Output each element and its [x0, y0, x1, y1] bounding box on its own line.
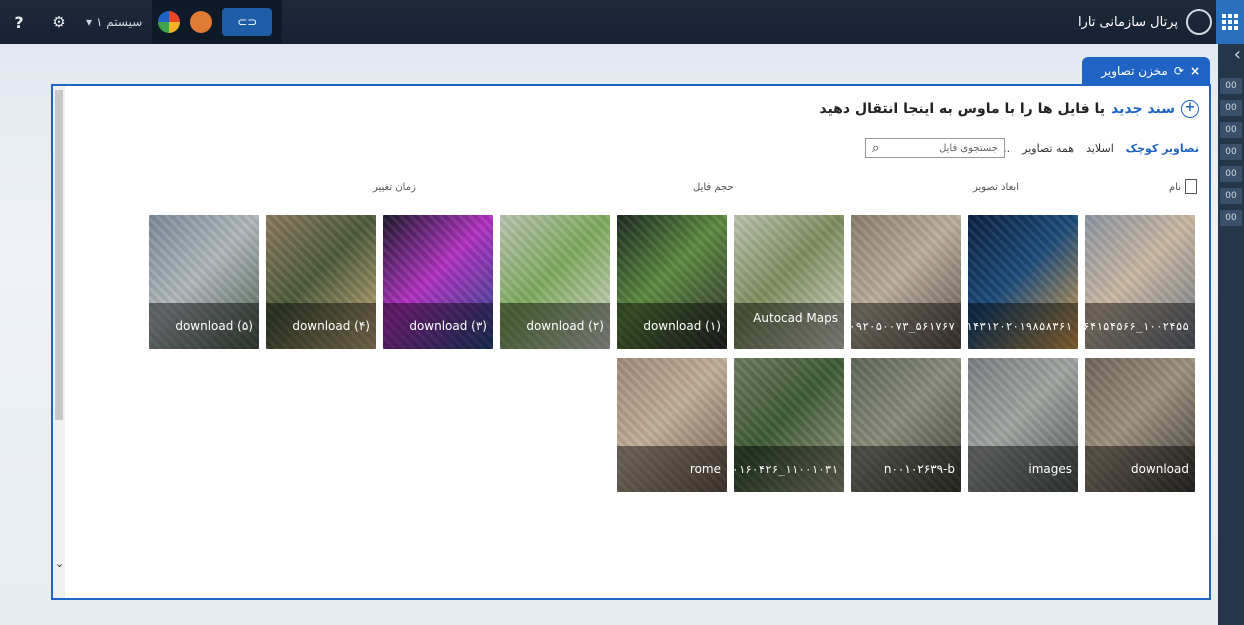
thumbnail-label: download (۴)	[266, 303, 376, 349]
top-bar: ? ⚙ ▾ سیستم ۱ ⊂⊃ پرتال سازمانی تارا	[0, 0, 1244, 44]
scroll-down-icon[interactable]: ⌄	[55, 557, 64, 570]
thumbnail-label: download	[1085, 446, 1195, 492]
rail-item[interactable]: 00	[1220, 144, 1242, 160]
rail-item[interactable]: 00	[1220, 188, 1242, 204]
search-placeholder: جستجوی فایل	[939, 142, 998, 154]
thumbnail-label: download (۳)	[383, 303, 493, 349]
system-menu[interactable]: ▾ سیستم ۱	[86, 15, 142, 29]
image-thumbnail[interactable]: ۸۲۸۶۴۱۵۴۵۶۶_۱۰۰۲۴۵۵	[1085, 215, 1195, 349]
view-thumbnails[interactable]: تصاویر کوچک	[1126, 142, 1199, 155]
top-bar-left: ? ⚙ ▾ سیستم ۱ ⊂⊃	[0, 0, 283, 44]
column-modified[interactable]: زمان تغییر	[373, 182, 416, 193]
thumbnail-label: rome	[617, 446, 727, 492]
image-thumbnail[interactable]: ۵۹_۱۴۳۱۲۰۲۰۱۹۸۵۸۳۶۱	[968, 215, 1078, 349]
image-thumbnail[interactable]: download	[1085, 358, 1195, 492]
view-slides[interactable]: اسلاید	[1086, 142, 1114, 155]
thumbnail-label: ۵۹_۱۴۳۱۲۰۲۰۱۹۸۵۸۳۶۱	[968, 303, 1078, 349]
grid-icon	[1222, 14, 1238, 30]
user-badge-icon[interactable]	[190, 11, 213, 33]
close-icon[interactable]: ×	[1190, 64, 1200, 78]
column-dimensions[interactable]: ابعاد تصویر	[973, 182, 1019, 193]
top-bar-right: پرتال سازمانی تارا	[1078, 0, 1212, 44]
scrollbar-thumb[interactable]	[55, 90, 63, 420]
help-icon[interactable]: ?	[6, 9, 32, 35]
apps-grid-button[interactable]	[1216, 0, 1244, 44]
system-caret: ▾	[86, 15, 93, 29]
tab-title: مخزن تصاویر	[1101, 63, 1168, 78]
view-all-images[interactable]: همه تصاویر	[1022, 142, 1074, 155]
file-icon	[1185, 179, 1197, 194]
thumbnail-label: download (۱)	[617, 303, 727, 349]
image-library-panel: ⌄ + سند جدید یا فایل ها را با ماوس به ای…	[51, 84, 1211, 600]
refresh-icon[interactable]: ⟳	[1174, 64, 1184, 78]
rail-item[interactable]: 00	[1220, 210, 1242, 226]
rail-item[interactable]: 00	[1220, 166, 1242, 182]
portal-logo-icon	[1186, 9, 1212, 35]
logo-block: ⊂⊃	[152, 0, 283, 44]
thumbnail-label: download (۵)	[149, 303, 259, 349]
thumbnail-label: download (۲)	[500, 303, 610, 349]
scrollbar[interactable]: ⌄	[53, 86, 65, 598]
image-thumbnail[interactable]: download (۳)	[383, 215, 493, 349]
thumbnail-label: Autocad Maps	[734, 303, 844, 349]
image-thumbnail[interactable]: ۲۰۱۶۰۴۲۶_۱۱۰۰۱۰۳۱	[734, 358, 844, 492]
system-menu-label: سیستم ۱	[96, 15, 143, 29]
column-name[interactable]: نام	[1169, 182, 1181, 193]
thumbnail-label: ۸۲۸۶۴۱۵۴۵۶۶_۱۰۰۲۴۵۵	[1085, 303, 1195, 349]
image-thumbnail[interactable]: images	[968, 358, 1078, 492]
new-document-link[interactable]: + سند جدید یا فایل ها را با ماوس به اینج…	[819, 100, 1199, 118]
thumbnail-label: ۲۰۱۶۰۴۲۶_۱۱۰۰۱۰۳۱	[734, 446, 844, 492]
thumbnail-label: n۰۰۱۰۲۶۳۹-b	[851, 446, 961, 492]
image-thumbnail[interactable]: download (۴)	[266, 215, 376, 349]
image-thumbnail[interactable]: download (۲)	[500, 215, 610, 349]
search-icon[interactable]: ⌕	[872, 141, 879, 156]
clock-badge-icon[interactable]	[158, 11, 181, 33]
portal-title: پرتال سازمانی تارا	[1077, 14, 1178, 30]
image-thumbnail[interactable]: download (۵)	[149, 215, 259, 349]
image-thumbnail[interactable]: ۷۸۶۰۹۲۰۵۰۰۷۳_۵۶۱۷۶۷	[851, 215, 961, 349]
tab-image-repository[interactable]: مخزن تصاویر ⟳ ×	[1082, 57, 1210, 84]
image-thumbnail[interactable]: Autocad Maps	[734, 215, 844, 349]
column-size[interactable]: حجم فایل	[693, 182, 734, 193]
new-doc-link-text[interactable]: سند جدید	[1111, 101, 1175, 117]
rail-item[interactable]: 00	[1220, 78, 1242, 94]
add-icon: +	[1181, 100, 1199, 118]
rail-item[interactable]: 00	[1220, 122, 1242, 138]
gear-icon[interactable]: ⚙	[46, 9, 72, 35]
drop-hint: یا فایل ها را با ماوس به اینجا انتقال ده…	[819, 101, 1106, 117]
thumbnail-label: images	[968, 446, 1078, 492]
image-thumbnail[interactable]: n۰۰۱۰۲۶۳۹-b	[851, 358, 961, 492]
collapse-arrow-icon[interactable]: ‹	[1234, 44, 1241, 65]
right-rail: ‹ 00 00 00 00 00 00 00	[1218, 44, 1244, 625]
company-logo: ⊂⊃	[222, 8, 273, 36]
image-thumbnail[interactable]: download (۱)	[617, 215, 727, 349]
image-thumbnail[interactable]: rome	[617, 358, 727, 492]
thumbnail-label: ۷۸۶۰۹۲۰۵۰۰۷۳_۵۶۱۷۶۷	[851, 303, 961, 349]
view-switcher: تصاویر کوچک اسلاید همه تصاویر ...	[1000, 142, 1199, 155]
file-search-input[interactable]: ⌕ جستجوی فایل	[865, 138, 1005, 158]
rail-item[interactable]: 00	[1220, 100, 1242, 116]
